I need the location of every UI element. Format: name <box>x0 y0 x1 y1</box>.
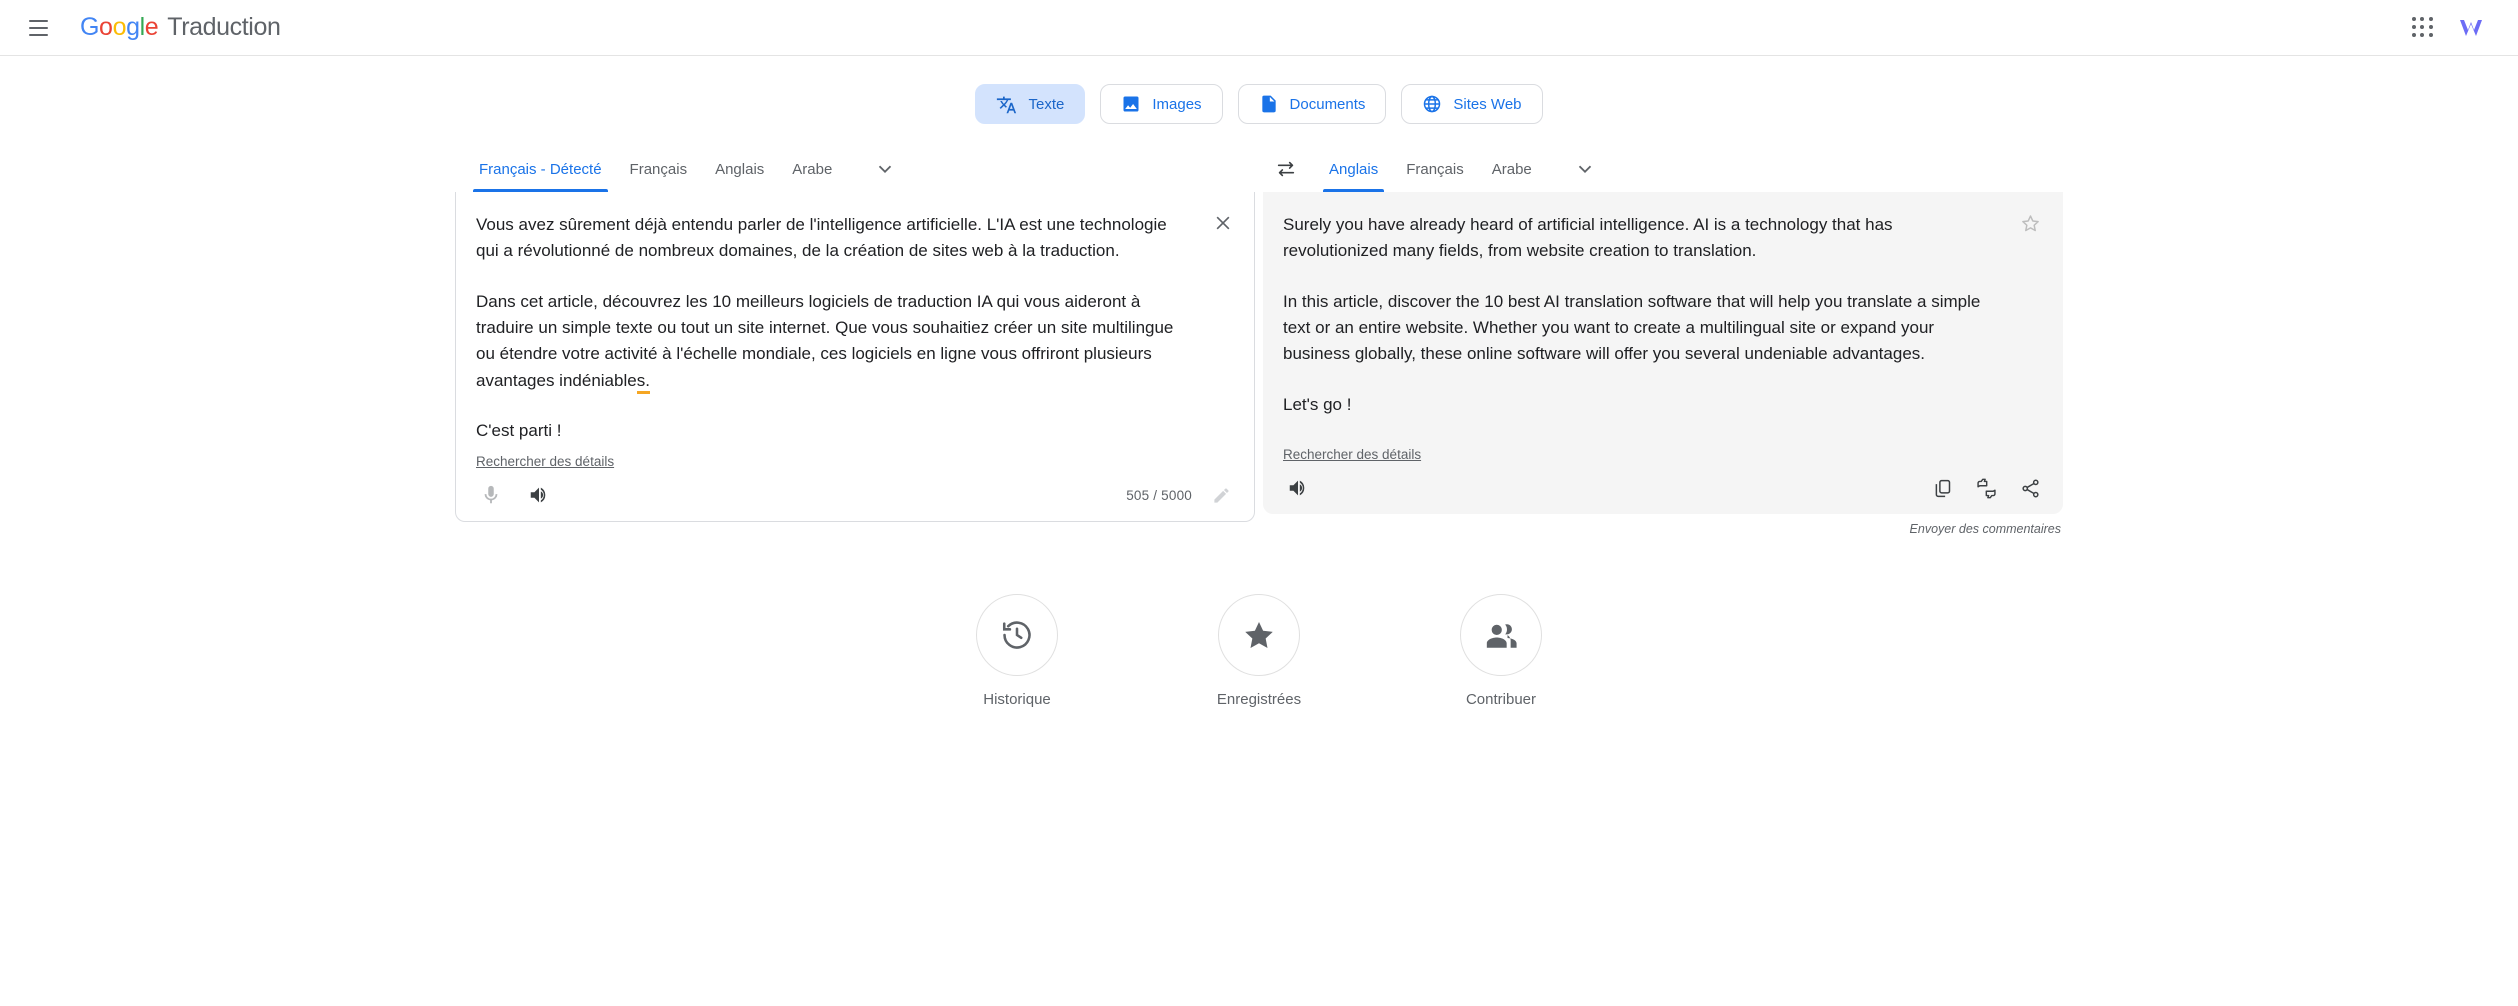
source-details-link[interactable]: Rechercher des détails <box>456 448 634 469</box>
target-details-link[interactable]: Rechercher des détails <box>1263 441 1441 462</box>
source-lang-francais[interactable]: Français <box>616 146 702 192</box>
source-paragraph: Dans cet article, découvrez les 10 meill… <box>476 289 1188 394</box>
source-footer: 505 / 5000 <box>456 469 1254 521</box>
target-column: Anglais Français Arabe Surely you have a… <box>1263 146 2063 536</box>
close-icon[interactable] <box>1204 204 1242 242</box>
target-lang-anglais[interactable]: Anglais <box>1315 146 1392 192</box>
action-label: Contribuer <box>1465 691 1537 708</box>
source-paragraph-text: Dans cet article, découvrez les 10 meill… <box>476 292 1173 394</box>
app-logo[interactable]: Google Traduction <box>80 13 281 42</box>
target-paragraph: Surely you have already heard of artific… <box>1283 215 1893 261</box>
globe-icon <box>1422 94 1442 114</box>
star-outline-icon[interactable] <box>2013 206 2047 240</box>
microphone-icon[interactable] <box>472 476 510 514</box>
source-paragraph: C'est parti ! <box>476 421 562 441</box>
lang-label: Anglais <box>715 160 765 178</box>
target-text: Surely you have already heard of artific… <box>1263 192 2063 441</box>
star-filled-icon <box>1218 594 1300 676</box>
source-lang-arabe[interactable]: Arabe <box>778 146 846 192</box>
lang-label: Français <box>1406 160 1464 178</box>
grammar-suggestion-mark[interactable]: s. <box>636 370 650 394</box>
action-label: Enregistrées <box>1216 691 1302 708</box>
people-icon <box>1460 594 1542 676</box>
lang-label: Français <box>629 160 688 178</box>
swap-languages-icon[interactable] <box>1263 146 1309 192</box>
google-logo: Google <box>80 13 159 41</box>
source-column: Français - Détecté Français Anglais Arab… <box>455 146 1255 536</box>
action-contribuer[interactable]: Contribuer <box>1436 594 1566 708</box>
target-language-bar: Anglais Français Arabe <box>1263 146 2063 192</box>
tab-label: Images <box>1152 95 1202 113</box>
source-paragraph: Vous avez sûrement déjà entendu parler d… <box>476 215 1167 261</box>
hamburger-menu-icon[interactable] <box>18 8 58 48</box>
source-panel: Vous avez sûrement déjà entendu parler d… <box>455 192 1255 523</box>
history-icon <box>976 594 1058 676</box>
source-language-bar: Français - Détecté Français Anglais Arab… <box>455 146 1255 192</box>
app-header: Google Traduction <box>0 0 2518 56</box>
source-textarea[interactable]: Vous avez sûrement déjà entendu parler d… <box>456 192 1254 448</box>
lang-label: Français - Détecté <box>479 160 602 178</box>
lang-label: Arabe <box>792 160 833 178</box>
target-actions <box>1923 469 2049 507</box>
copy-icon[interactable] <box>1923 469 1961 507</box>
bottom-actions: Historique Enregistrées Contribuer <box>0 594 2518 708</box>
tab-label: Texte <box>1028 95 1065 113</box>
chevron-down-icon[interactable] <box>1562 146 1608 192</box>
product-name: Traduction <box>167 13 281 41</box>
translate-area: Français - Détecté Français Anglais Arab… <box>0 146 2518 536</box>
mode-tabbar: Texte Images Documents Sites Web <box>0 56 2518 124</box>
tab-label: Documents <box>1289 95 1366 113</box>
tab-documents[interactable]: Documents <box>1237 84 1387 124</box>
action-label: Historique <box>983 691 1051 708</box>
action-historique[interactable]: Historique <box>952 594 1082 708</box>
image-icon <box>1121 94 1141 114</box>
character-counter: 505 / 5000 <box>1126 487 1192 503</box>
send-feedback-link[interactable]: Envoyer des commentaires <box>1263 514 2063 536</box>
tab-sites-web[interactable]: Sites Web <box>1401 84 1543 124</box>
tab-label: Sites Web <box>1453 95 1522 113</box>
source-lang-anglais[interactable]: Anglais <box>701 146 778 192</box>
chevron-down-icon[interactable] <box>862 146 908 192</box>
target-lang-francais[interactable]: Français <box>1392 146 1478 192</box>
share-icon[interactable] <box>2011 469 2049 507</box>
wix-logo-icon[interactable] <box>2458 15 2492 41</box>
lang-label: Arabe <box>1491 160 1532 178</box>
speaker-icon[interactable] <box>1279 469 1317 507</box>
target-footer <box>1263 462 2063 514</box>
header-actions <box>2410 15 2492 41</box>
tab-images[interactable]: Images <box>1100 84 1223 124</box>
pencil-edit-icon[interactable] <box>1202 476 1240 514</box>
document-icon <box>1259 94 1279 114</box>
translate-text-icon <box>996 94 1017 115</box>
google-apps-grid-icon[interactable] <box>2410 15 2436 41</box>
tab-texte[interactable]: Texte <box>975 84 1086 124</box>
source-lang-detected[interactable]: Français - Détecté <box>465 146 616 192</box>
target-paragraph: Let's go ! <box>1283 394 1352 414</box>
speaker-icon[interactable] <box>520 476 558 514</box>
target-lang-arabe[interactable]: Arabe <box>1478 146 1546 192</box>
target-paragraph: In this article, discover the 10 best AI… <box>1283 291 1981 364</box>
lang-label: Anglais <box>1329 160 1379 178</box>
target-panel: Surely you have already heard of artific… <box>1263 192 2063 514</box>
action-enregistrees[interactable]: Enregistrées <box>1194 594 1324 708</box>
thumbs-up-down-icon[interactable] <box>1967 469 2005 507</box>
